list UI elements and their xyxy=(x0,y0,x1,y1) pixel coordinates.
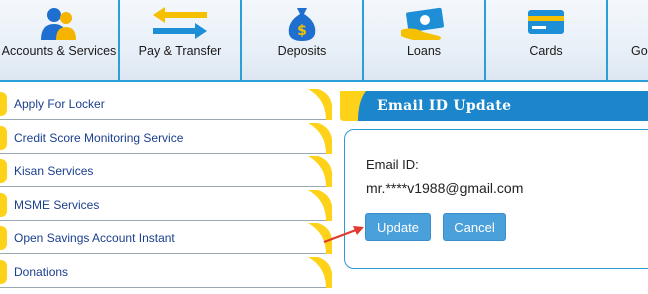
page-curl-icon xyxy=(308,122,332,154)
menu-item-apply-for-locker[interactable]: Apply For Locker xyxy=(0,89,332,120)
menu-tab-marker xyxy=(0,159,7,183)
money-bag-icon: $ xyxy=(285,6,319,47)
nav-accounts-services[interactable]: Accounts & Services xyxy=(0,0,120,80)
nav-label: Go xyxy=(631,44,648,58)
menu-item-label: Apply For Locker xyxy=(14,97,105,111)
nav-deposits[interactable]: $ Deposits xyxy=(242,0,364,80)
menu-item-label: Credit Score Monitoring Service xyxy=(14,130,184,145)
page-curl-icon xyxy=(308,189,332,221)
menu-tab-marker xyxy=(0,259,7,284)
nav-label: Accounts & Services xyxy=(1,44,117,58)
menu-item-credit-score[interactable]: Credit Score Monitoring Service xyxy=(0,122,332,154)
menu-item-donations[interactable]: Donations xyxy=(0,256,332,288)
menu-item-label: Kisan Services xyxy=(14,164,94,178)
cash-hand-icon xyxy=(399,6,449,47)
menu-item-label: MSME Services xyxy=(14,197,100,212)
menu-tab-marker xyxy=(0,226,7,250)
users-icon xyxy=(36,6,82,47)
email-update-form: Email ID: mr.****v1988@gmail.com Update … xyxy=(344,129,648,269)
email-value: mr.****v1988@gmail.com xyxy=(366,180,524,196)
menu-tab-marker xyxy=(0,92,7,116)
nav-label: Loans xyxy=(406,44,442,58)
cancel-button[interactable]: Cancel xyxy=(443,213,506,241)
card-icon xyxy=(526,6,566,43)
panel-title: Email ID Update xyxy=(377,98,512,114)
menu-item-label: Open Savings Account Instant xyxy=(14,231,175,245)
email-label: Email ID: xyxy=(366,157,419,172)
update-button[interactable]: Update xyxy=(365,213,431,241)
nav-cards[interactable]: Cards xyxy=(486,0,608,80)
menu-item-kisan-services[interactable]: Kisan Services xyxy=(0,156,332,187)
menu-item-label: Donations xyxy=(14,264,69,279)
page-curl-icon xyxy=(308,256,332,288)
red-arrow-icon xyxy=(323,226,364,244)
page-curl-icon xyxy=(308,89,332,120)
page-curl-icon xyxy=(308,156,332,187)
menu-item-open-savings[interactable]: Open Savings Account Instant xyxy=(0,223,332,254)
side-menu: Apply For Locker Credit Score Monitoring… xyxy=(0,89,332,290)
nav-label: Cards xyxy=(529,44,563,58)
menu-tab-marker xyxy=(0,192,7,217)
nav-loans[interactable]: Loans xyxy=(364,0,486,80)
panel-header: Email ID Update xyxy=(340,91,648,121)
svg-text:$: $ xyxy=(297,23,307,39)
nav-pay-transfer[interactable]: Pay & Transfer xyxy=(120,0,242,80)
nav-label: Deposits xyxy=(277,44,327,58)
nav-more[interactable]: Go xyxy=(608,0,648,80)
transfer-arrows-icon xyxy=(149,6,211,45)
nav-label: Pay & Transfer xyxy=(138,44,222,58)
top-navigation: Accounts & Services Pay & Transfer $ Dep… xyxy=(0,0,648,82)
menu-item-msme-services[interactable]: MSME Services xyxy=(0,189,332,221)
menu-tab-marker xyxy=(0,125,7,150)
